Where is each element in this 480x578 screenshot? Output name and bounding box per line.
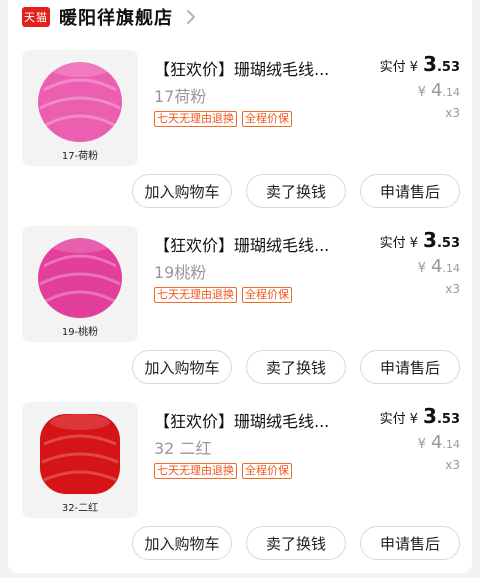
original-price-int: 4 <box>431 256 443 277</box>
currency-symbol: ¥ <box>409 412 418 427</box>
shop-name[interactable]: 暖阳徉旗舰店 <box>59 4 173 30</box>
currency-symbol: ¥ <box>409 236 418 251</box>
item-actions: 加入购物车 卖了换钱 申请售后 <box>132 350 460 384</box>
quantity: x3 <box>445 458 460 472</box>
original-price-int: 4 <box>431 80 443 101</box>
paid-price-dec: .53 <box>436 60 460 75</box>
product-title[interactable]: 【狂欢价】珊瑚绒毛线... <box>154 232 364 256</box>
paid-price-int: 3 <box>423 228 437 252</box>
after-sales-button[interactable]: 申请售后 <box>360 526 460 560</box>
return-policy-tag: 七天无理由退换 <box>154 111 237 127</box>
service-tags: 七天无理由退换 全程价保 <box>154 287 292 303</box>
resell-button[interactable]: 卖了换钱 <box>246 350 346 384</box>
price-protect-tag: 全程价保 <box>242 287 292 303</box>
after-sales-button[interactable]: 申请售后 <box>360 174 460 208</box>
price-info: 实付 ¥ 3.53 ¥ 4.14 x3 <box>350 404 460 472</box>
product-variant: 17荷粉 <box>154 87 207 106</box>
currency-symbol: ¥ <box>417 261 426 276</box>
product-thumbnail[interactable]: 19-桃粉 <box>22 226 138 342</box>
quantity: x3 <box>445 282 460 296</box>
order-item[interactable]: 19-桃粉 【狂欢价】珊瑚绒毛线... 19桃粉 七天无理由退换 全程价保 实付… <box>8 226 472 402</box>
shop-header[interactable]: 天猫 暖阳徉旗舰店 <box>22 4 201 30</box>
return-policy-tag: 七天无理由退换 <box>154 287 237 303</box>
paid-price-dec: .53 <box>436 236 460 251</box>
order-item[interactable]: 17-荷粉 【狂欢价】珊瑚绒毛线... 17荷粉 七天无理由退换 全程价保 实付… <box>8 50 472 226</box>
resell-button[interactable]: 卖了换钱 <box>246 174 346 208</box>
order-item[interactable]: 32-二红 【狂欢价】珊瑚绒毛线... 32 二红 七天无理由退换 全程价保 实… <box>8 402 472 578</box>
currency-symbol: ¥ <box>417 85 426 100</box>
product-variant: 32 二红 <box>154 439 212 458</box>
currency-symbol: ¥ <box>409 60 418 75</box>
product-variant: 19桃粉 <box>154 263 207 282</box>
item-actions: 加入购物车 卖了换钱 申请售后 <box>132 174 460 208</box>
paid-price-int: 3 <box>423 404 437 428</box>
quantity: x3 <box>445 106 460 120</box>
after-sales-button[interactable]: 申请售后 <box>360 350 460 384</box>
thumbnail-caption: 19-桃粉 <box>61 327 99 338</box>
paid-price-dec: .53 <box>436 412 460 427</box>
service-tags: 七天无理由退换 全程价保 <box>154 463 292 479</box>
original-price-dec: .14 <box>442 86 461 99</box>
return-policy-tag: 七天无理由退换 <box>154 463 237 479</box>
original-price-int: 4 <box>431 432 443 453</box>
add-to-cart-button[interactable]: 加入购物车 <box>132 174 232 208</box>
order-card: 天猫 暖阳徉旗舰店 17-荷粉 【狂欢价】珊瑚绒毛线... 17荷粉 七天无理由… <box>8 0 472 573</box>
service-tags: 七天无理由退换 全程价保 <box>154 111 292 127</box>
paid-price-int: 3 <box>423 52 437 76</box>
product-title[interactable]: 【狂欢价】珊瑚绒毛线... <box>154 408 364 432</box>
original-price-dec: .14 <box>442 438 461 451</box>
currency-symbol: ¥ <box>417 437 426 452</box>
original-price-dec: .14 <box>442 262 461 275</box>
price-info: 实付 ¥ 3.53 ¥ 4.14 x3 <box>350 228 460 296</box>
paid-label: 实付 <box>379 236 406 251</box>
thumbnail-caption: 17-荷粉 <box>61 151 99 162</box>
price-info: 实付 ¥ 3.53 ¥ 4.14 x3 <box>350 52 460 120</box>
price-protect-tag: 全程价保 <box>242 463 292 479</box>
add-to-cart-button[interactable]: 加入购物车 <box>132 350 232 384</box>
tmall-badge: 天猫 <box>22 7 50 27</box>
price-protect-tag: 全程价保 <box>242 111 292 127</box>
resell-button[interactable]: 卖了换钱 <box>246 526 346 560</box>
item-actions: 加入购物车 卖了换钱 申请售后 <box>132 526 460 560</box>
product-thumbnail[interactable]: 17-荷粉 <box>22 50 138 166</box>
paid-label: 实付 <box>379 412 406 427</box>
add-to-cart-button[interactable]: 加入购物车 <box>132 526 232 560</box>
product-title[interactable]: 【狂欢价】珊瑚绒毛线... <box>154 56 364 80</box>
paid-label: 实付 <box>379 60 406 75</box>
product-thumbnail[interactable]: 32-二红 <box>22 402 138 518</box>
chevron-right-icon[interactable] <box>181 7 201 27</box>
thumbnail-caption: 32-二红 <box>61 503 99 514</box>
